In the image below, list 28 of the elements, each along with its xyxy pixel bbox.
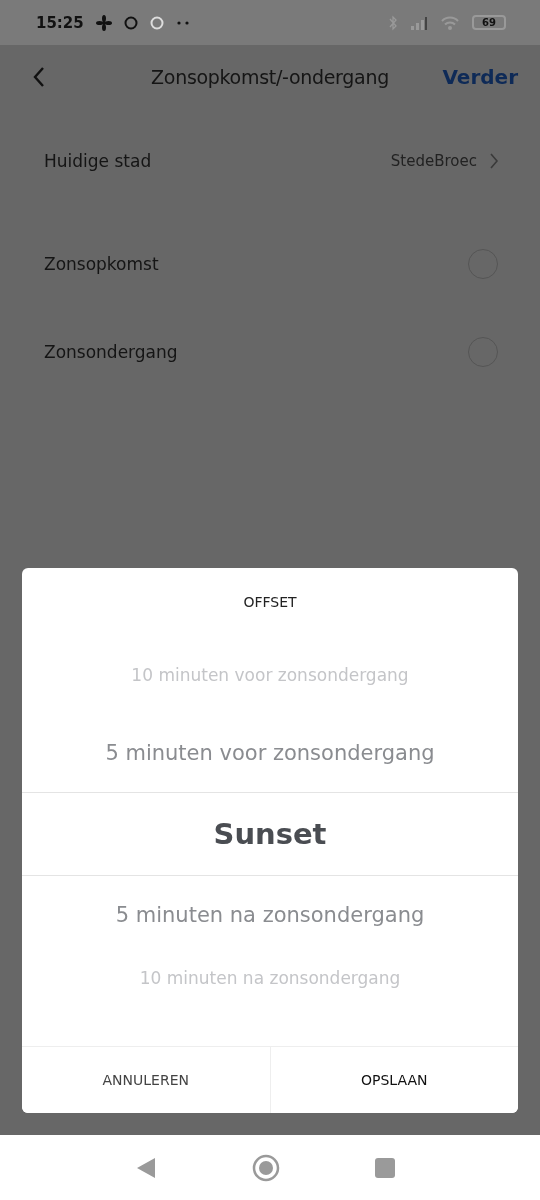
more-icon — [175, 19, 190, 26]
city-value: StedeBroec — [390, 152, 477, 170]
picker-option[interactable]: 5 minuten na zonsondergang — [115, 903, 425, 927]
back-icon[interactable] — [135, 1155, 157, 1180]
chevron-right-icon — [489, 152, 499, 170]
picker-option[interactable]: 10 minuten voor zonsondergang — [131, 665, 409, 685]
circle-icon — [123, 15, 138, 30]
status-time: 15:25 — [36, 13, 84, 32]
home-icon[interactable] — [252, 1153, 280, 1182]
city-row[interactable]: Huidige stad StedeBroec — [44, 109, 496, 213]
picker-option[interactable]: 5 minuten voor zonsondergang — [105, 741, 435, 765]
row-label: Huidige stad — [44, 151, 152, 171]
fan-icon — [95, 14, 112, 31]
picker-option[interactable]: Sunset — [213, 817, 327, 851]
dialog-title: OFFSET — [242, 593, 298, 612]
picker-option[interactable]: 10 minuten na zonsondergang — [139, 968, 401, 988]
bluetooth-icon — [388, 14, 399, 31]
circle-icon — [149, 15, 164, 30]
option-label: Zonsopkomst — [44, 254, 159, 274]
save-button[interactable]: OPSLAAN — [269, 1047, 518, 1113]
back-icon[interactable] — [32, 66, 46, 88]
option-label: Zonsondergang — [44, 342, 178, 362]
signal-icon — [410, 15, 429, 30]
next-link[interactable]: Verder — [442, 65, 518, 89]
screen-title: Zonsopkomst/-ondergang — [151, 66, 389, 88]
recents-icon[interactable] — [375, 1157, 395, 1178]
battery-level: 69 — [472, 15, 506, 30]
wifi-icon — [440, 15, 461, 30]
